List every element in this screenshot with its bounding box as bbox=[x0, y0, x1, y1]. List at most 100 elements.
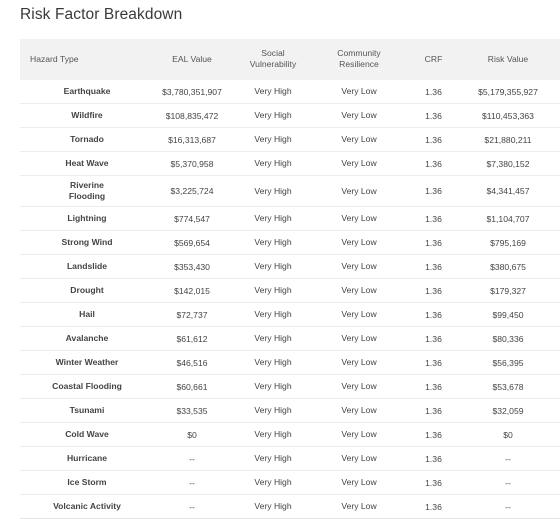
risk-table-container: Hazard Type EAL Value Social Vulnerabili… bbox=[20, 39, 560, 519]
risk-factor-breakdown-panel: Risk Factor Breakdown Hazard Type EAL Va… bbox=[0, 0, 560, 519]
hazard-name: Landslide bbox=[66, 261, 108, 271]
cell-risk-index-score: 73.5 bbox=[551, 230, 560, 255]
cell-hazard-type: Coastal Flooding bbox=[20, 374, 154, 399]
social-vulnerability-badge: Very High bbox=[254, 213, 292, 223]
hazard-name: Heat Wave bbox=[65, 158, 109, 168]
column-header-risk-value[interactable]: Risk Value bbox=[465, 39, 551, 80]
community-resilience-badge: Very Low bbox=[341, 381, 377, 391]
column-header-risk-index-score[interactable]: Risk Index Score bbox=[551, 39, 560, 80]
cell-social-vulnerability: Very High bbox=[230, 103, 316, 128]
community-resilience-badge: Very Low bbox=[341, 477, 377, 487]
column-header-crf[interactable]: CRF bbox=[402, 39, 465, 80]
column-header-social-vulnerability-line2: Vulnerability bbox=[249, 59, 297, 69]
table-row[interactable]: Avalanche $61,612 Very High Very Low 1.36 $80… bbox=[20, 326, 560, 351]
cell-eal-value: $16,313,687 bbox=[154, 127, 230, 152]
cell-eal-value: -- bbox=[154, 446, 230, 471]
social-vulnerability-badge: Very High bbox=[254, 477, 292, 487]
cell-crf-value: 1.36 bbox=[402, 230, 465, 255]
cell-social-vulnerability: Very High bbox=[230, 422, 316, 447]
table-row[interactable]: Coastal Flooding $60,661 Very High Very Low… bbox=[20, 374, 560, 399]
table-row[interactable]: Landslide $353,430 Very High Very Low 1.36 $3… bbox=[20, 254, 560, 279]
table-row[interactable]: Volcanic Activity -- Very High Very Low 1.36… bbox=[20, 494, 560, 519]
table-row[interactable]: Hail $72,737 Very High Very Low 1.36$99,4504… bbox=[20, 302, 560, 327]
cell-crf-value: 1.36 bbox=[402, 103, 465, 128]
cell-community-resilience: Very Low bbox=[316, 103, 402, 128]
cell-eal-value: $108,835,472 bbox=[154, 103, 230, 128]
community-resilience-badge: Very Low bbox=[341, 309, 377, 319]
table-row[interactable]: Tornado $16,313,687 Very High Very Low 1.36 $… bbox=[20, 127, 560, 152]
social-vulnerability-badge: Very High bbox=[254, 110, 292, 120]
community-resilience-badge: Very Low bbox=[341, 158, 377, 168]
cell-community-resilience: Very Low bbox=[316, 302, 402, 327]
cell-hazard-type: Strong Wind bbox=[20, 230, 154, 255]
cell-risk-value: $21,880,211 bbox=[465, 127, 551, 152]
cell-crf-value: 1.36 bbox=[402, 254, 465, 279]
cell-social-vulnerability: Very High bbox=[230, 470, 316, 495]
cell-crf-value: 1.36 bbox=[402, 374, 465, 399]
social-vulnerability-badge: Very High bbox=[254, 333, 292, 343]
cell-risk-index-score: 48.1 bbox=[551, 302, 560, 327]
cell-hazard-type: Avalanche bbox=[20, 326, 154, 351]
cell-eal-value: -- bbox=[154, 470, 230, 495]
cell-social-vulnerability: Very High bbox=[230, 374, 316, 399]
cell-risk-value: $4,341,457 bbox=[465, 175, 551, 207]
community-resilience-badge: Very Low bbox=[341, 333, 377, 343]
table-row[interactable]: Hurricane--Very HighVery Low1.36---- bbox=[20, 446, 560, 471]
table-header-row: Hazard Type EAL Value Social Vulnerabili… bbox=[20, 39, 560, 80]
table-row[interactable]: Tsunami $33,535 Very High Very Low 1.36 $32,0… bbox=[20, 398, 560, 423]
cell-risk-index-score: -- bbox=[551, 494, 560, 519]
community-resilience-badge: Very Low bbox=[341, 405, 377, 415]
cell-risk-index-score: 97.6 bbox=[551, 127, 560, 152]
table-row[interactable]: Winter Weather $46,516 Very High Very Low 1.… bbox=[20, 350, 560, 375]
cell-crf-value: 1.36 bbox=[402, 398, 465, 423]
column-header-community-resilience[interactable]: Community Resilience bbox=[316, 39, 402, 80]
column-header-social-vulnerability-line1: Social bbox=[261, 48, 285, 58]
hazard-name: Earthquake bbox=[63, 86, 111, 96]
cell-crf-value: 1.36 bbox=[402, 206, 465, 231]
community-resilience-badge: Very Low bbox=[341, 134, 377, 144]
cell-hazard-type: Winter Weather bbox=[20, 350, 154, 375]
social-vulnerability-badge: Very High bbox=[254, 285, 292, 295]
table-row[interactable]: Lightning $774,547 Very High Very Low 1.36 $1… bbox=[20, 206, 560, 231]
table-row[interactable]: Strong Wind $569,654 Very High Very Low 1.36… bbox=[20, 230, 560, 255]
cell-eal-value: $5,370,958 bbox=[154, 151, 230, 176]
hazard-name: Ice Storm bbox=[67, 477, 107, 487]
cell-community-resilience: Very Low bbox=[316, 398, 402, 423]
column-header-eal-value[interactable]: EAL Value bbox=[154, 39, 230, 80]
community-resilience-badge: Very Low bbox=[341, 237, 377, 247]
table-row[interactable]: Cold Wave$0Very HighVery Low1.36$00 bbox=[20, 422, 560, 447]
table-row[interactable]: Heat Wave $5,370,958 Very High Very Low 1.36… bbox=[20, 151, 560, 176]
cell-eal-value: $72,737 bbox=[154, 302, 230, 327]
column-header-social-vulnerability[interactable]: Social Vulnerability bbox=[230, 39, 316, 80]
table-row[interactable]: Ice Storm--Very HighVery Low1.36---- bbox=[20, 470, 560, 495]
risk-factor-table: Hazard Type EAL Value Social Vulnerabili… bbox=[20, 39, 560, 519]
cell-hazard-type: Hurricane bbox=[20, 446, 154, 471]
cell-crf-value: 1.36 bbox=[402, 350, 465, 375]
table-row[interactable]: Drought $142,015 Very High Very Low 1.36 $179… bbox=[20, 278, 560, 303]
table-row[interactable]: Wildfire $108,835,472 Very High Very Low 1.3… bbox=[20, 103, 560, 128]
cell-eal-value: $774,547 bbox=[154, 206, 230, 231]
cell-hazard-type: Heat Wave bbox=[20, 151, 154, 176]
cell-risk-value: $80,336 bbox=[465, 326, 551, 351]
social-vulnerability-badge: Very High bbox=[254, 405, 292, 415]
community-resilience-badge: Very Low bbox=[341, 453, 377, 463]
cell-social-vulnerability: Very High bbox=[230, 494, 316, 519]
cell-crf-value: 1.36 bbox=[402, 326, 465, 351]
cell-risk-index-score: 99.9 bbox=[551, 103, 560, 128]
table-row[interactable]: Riverine Flooding $3,225,724 Very High Very … bbox=[20, 175, 560, 207]
social-vulnerability-badge: Very High bbox=[254, 309, 292, 319]
cell-social-vulnerability: Very High bbox=[230, 80, 316, 104]
social-vulnerability-badge: Very High bbox=[254, 186, 292, 196]
table-header: Hazard Type EAL Value Social Vulnerabili… bbox=[20, 39, 560, 80]
cell-social-vulnerability: Very High bbox=[230, 230, 316, 255]
column-header-hazard-type[interactable]: Hazard Type bbox=[20, 39, 154, 80]
cell-social-vulnerability: Very High bbox=[230, 326, 316, 351]
hazard-name: Drought bbox=[70, 285, 104, 295]
cell-eal-value: $60,661 bbox=[154, 374, 230, 399]
cell-eal-value: $3,225,724 bbox=[154, 175, 230, 207]
cell-community-resilience: Very Low bbox=[316, 151, 402, 176]
table-row[interactable]: Earthquake $3,780,351,907 Very High Very Lo… bbox=[20, 80, 560, 104]
cell-community-resilience: Very Low bbox=[316, 326, 402, 351]
social-vulnerability-badge: Very High bbox=[254, 237, 292, 247]
cell-eal-value: $33,535 bbox=[154, 398, 230, 423]
